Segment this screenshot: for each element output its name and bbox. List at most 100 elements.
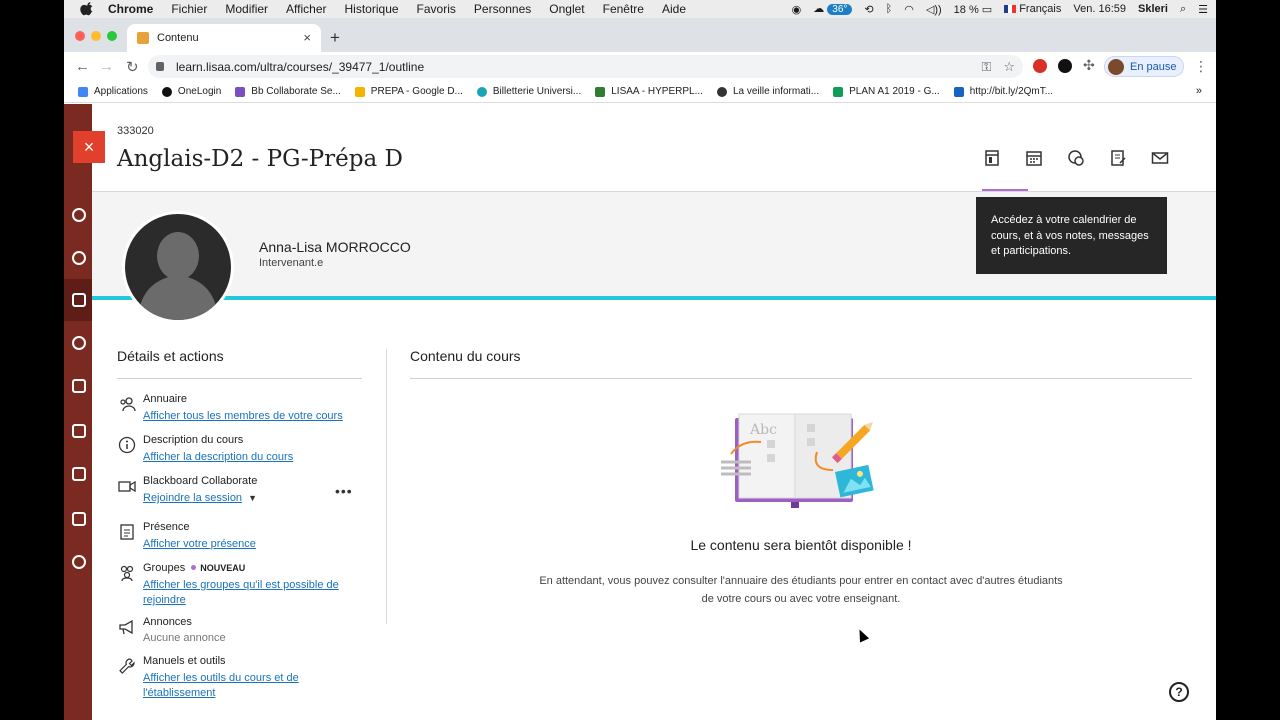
messages-icon[interactable] — [1150, 148, 1170, 168]
profile-rail-icon[interactable] — [72, 208, 86, 222]
item-title: Groupes NOUVEAU — [143, 562, 245, 574]
tab-close-icon[interactable]: × — [303, 30, 311, 45]
bookmark-item[interactable]: Applications — [78, 86, 148, 97]
close-course-button[interactable]: × — [73, 131, 105, 163]
close-window-button[interactable] — [75, 31, 85, 41]
wifi-icon[interactable]: ◠ — [904, 3, 914, 16]
browser-tab[interactable]: Contenu × — [127, 24, 321, 52]
bookmark-star-icon[interactable]: ☆ — [1003, 59, 1015, 75]
apple-icon[interactable] — [80, 2, 94, 16]
menu-afficher[interactable]: Afficher — [286, 2, 326, 16]
bookmark-item[interactable]: Billetterie Universi... — [476, 86, 581, 97]
organizations-rail-icon[interactable] — [72, 336, 86, 350]
item-link[interactable]: Afficher les outils du cours et de l'éta… — [143, 671, 368, 701]
attendance-icon — [117, 522, 136, 541]
record-icon[interactable]: ◉ — [792, 3, 802, 16]
lock-icon[interactable] — [156, 62, 164, 71]
bookmarks-overflow-icon[interactable]: » — [1196, 85, 1202, 97]
key-icon[interactable]: ⚿ — [981, 59, 991, 75]
user-name[interactable]: Skleri — [1138, 3, 1168, 15]
courses-rail-icon[interactable] — [72, 293, 86, 307]
bookmark-item[interactable]: La veille informati... — [716, 86, 819, 97]
menu-app-name[interactable]: Chrome — [108, 2, 153, 16]
bookmark-label: Bb Collaborate Se... — [251, 86, 341, 97]
menu-personnes[interactable]: Personnes — [474, 2, 531, 16]
new-badge: NOUVEAU — [200, 563, 246, 573]
outline-icon[interactable] — [982, 148, 1002, 168]
bookmark-item[interactable]: PLAN A1 2019 - G... — [833, 86, 940, 97]
bookmark-item[interactable]: http://bit.ly/2QmT... — [953, 86, 1053, 97]
instructor-name[interactable]: Anna-Lisa MORROCCO — [259, 239, 411, 255]
instructor-avatar[interactable] — [122, 211, 234, 323]
item-link[interactable]: Afficher la description du cours — [143, 450, 368, 465]
bluetooth-icon[interactable]: ᛒ — [886, 3, 893, 15]
item-title: Manuels et outils — [143, 655, 226, 667]
menu-fichier[interactable]: Fichier — [171, 2, 207, 16]
chevron-down-icon[interactable]: ▼ — [248, 491, 257, 506]
menu-aide[interactable]: Aide — [662, 2, 686, 16]
item-link[interactable]: Afficher tous les membres de votre cours — [143, 409, 368, 424]
extension-icon[interactable] — [1033, 59, 1047, 73]
bookmark-label: OneLogin — [177, 86, 222, 97]
discussions-icon[interactable] — [1066, 148, 1086, 168]
menu-modifier[interactable]: Modifier — [225, 2, 268, 16]
forward-icon[interactable]: → — [99, 58, 114, 75]
messages-rail-icon[interactable] — [72, 424, 86, 438]
address-bar[interactable]: learn.lisaa.com/ultra/courses/_39477_1/o… — [148, 55, 1023, 78]
minimize-window-button[interactable] — [91, 31, 101, 41]
chrome-menu-icon[interactable]: ⋮ — [1194, 58, 1208, 75]
sheets-icon — [833, 86, 844, 97]
institution-rail-icon[interactable] — [72, 251, 86, 265]
calendar-rail-icon[interactable] — [72, 379, 86, 393]
gradebook-icon[interactable] — [1108, 148, 1128, 168]
time-machine-icon[interactable]: ⟲ — [864, 3, 873, 16]
clock[interactable]: Ven. 16:59 — [1073, 3, 1126, 15]
reload-icon[interactable]: ↻ — [126, 58, 139, 76]
course-title: Anglais-D2 - PG-Prépa D — [117, 146, 403, 172]
screen-border-right — [1216, 0, 1280, 720]
megaphone-icon — [117, 617, 136, 636]
url-text[interactable]: learn.lisaa.com/ultra/courses/_39477_1/o… — [176, 60, 424, 74]
grades-rail-icon[interactable] — [72, 467, 86, 481]
tools-rail-icon[interactable] — [72, 512, 86, 526]
menu-historique[interactable]: Historique — [345, 2, 399, 16]
bookmark-label: PLAN A1 2019 - G... — [849, 86, 940, 97]
calendar-icon[interactable] — [1024, 148, 1044, 168]
bookmark-item[interactable]: LISAA - HYPERPL... — [595, 86, 703, 97]
item-link[interactable]: Afficher les groupes qu'il est possible … — [143, 578, 368, 608]
spotlight-icon[interactable]: ⌕ — [1180, 3, 1186, 16]
bookmark-item[interactable]: PREPA - Google D... — [354, 86, 463, 97]
back-icon[interactable]: ← — [75, 58, 90, 75]
item-title: Annonces — [143, 616, 192, 628]
course-panel: 333020 Anglais-D2 - PG-Prépa D Anna-Lisa… — [92, 104, 1216, 720]
banner-stripe — [92, 296, 1216, 300]
onelogin-extension-icon[interactable] — [1058, 59, 1072, 73]
avatar-body — [139, 276, 217, 320]
bookmark-item[interactable]: Bb Collaborate Se... — [235, 86, 341, 97]
info-icon — [117, 435, 136, 454]
course-id: 333020 — [117, 125, 154, 137]
profile-button[interactable]: En pause — [1104, 56, 1184, 77]
menu-onglet[interactable]: Onglet — [549, 2, 584, 16]
instructor-role: Intervenant.e — [259, 257, 324, 269]
input-source[interactable]: Français — [1004, 3, 1061, 15]
zoom-window-button[interactable] — [107, 31, 117, 41]
control-center-icon[interactable]: ☰ — [1198, 3, 1208, 16]
item-link[interactable]: Afficher votre présence — [143, 537, 368, 552]
weather-icon[interactable]: ☁ 36° — [813, 2, 853, 16]
more-options-icon[interactable]: ••• — [335, 483, 353, 499]
signout-rail-icon[interactable] — [72, 555, 86, 569]
bookmark-label: PREPA - Google D... — [370, 86, 463, 97]
battery-status[interactable]: 18 % ▭ — [954, 3, 993, 16]
puzzle-icon[interactable]: ✣ — [1083, 57, 1095, 74]
item-link[interactable]: Rejoindre la session ▼ — [143, 491, 257, 506]
base-navigation-rail — [64, 104, 92, 720]
join-session-link[interactable]: Rejoindre la session — [143, 492, 242, 504]
mouse-cursor-icon — [854, 627, 870, 643]
menu-favoris[interactable]: Favoris — [417, 2, 456, 16]
help-icon[interactable]: ? — [1169, 682, 1189, 702]
new-tab-button[interactable]: + — [330, 28, 340, 48]
bookmark-item[interactable]: OneLogin — [161, 86, 222, 97]
menu-fenetre[interactable]: Fenêtre — [603, 2, 644, 16]
volume-icon[interactable]: ◁)) — [926, 3, 942, 16]
